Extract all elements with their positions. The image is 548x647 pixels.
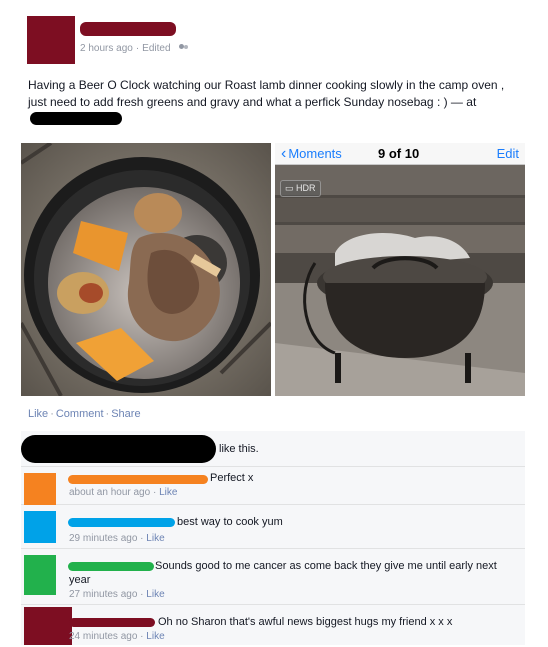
separator: · [50,408,54,420]
roast-lamb-illustration [21,143,271,396]
comment-text: Sounds good to me cancer as come back th… [69,560,497,586]
comment-time[interactable]: 24 minutes ago [69,631,137,642]
ios-photo-toolbar: ‹ Moments 9 of 10 Edit [275,143,525,165]
comment-link[interactable]: Comment [56,408,104,420]
post-actions: Like · Comment · Share [28,408,141,420]
comment-meta: about an hour ago · Like [69,487,178,498]
likers-redacted[interactable] [21,435,216,463]
comment-time[interactable]: 29 minutes ago [69,533,137,544]
hdr-label: HDR [296,183,316,193]
comment-like-link[interactable]: Like [146,589,164,600]
commenter-avatar[interactable] [24,607,72,645]
separator: · [105,408,110,420]
commenter-name-redacted[interactable] [68,475,208,484]
chevron-left-icon: ‹ [281,144,287,162]
commenter-name-redacted[interactable] [68,518,175,527]
comment-item: Sounds good to me cancer as come back th… [21,549,525,605]
photo-camp-oven[interactable]: ‹ Moments 9 of 10 Edit ▭ HDR [275,143,525,396]
photo-attachments: ‹ Moments 9 of 10 Edit ▭ HDR [21,143,525,396]
like-link[interactable]: Like [28,408,48,420]
comment-time[interactable]: about an hour ago [69,487,150,498]
comments-section: like this. Perfect x about an hour ago ·… [21,431,525,645]
commenter-avatar[interactable] [24,511,56,543]
author-avatar[interactable] [27,16,75,64]
status-body: Having a Beer O Clock watching our Roast… [28,78,505,109]
comment-like-link[interactable]: Like [146,533,164,544]
comment-meta: 27 minutes ago · Like [69,589,165,600]
commenter-name-redacted[interactable] [69,618,155,627]
post-timestamp[interactable]: 2 hours ago [80,43,133,54]
comment-text: best way to cook yum [177,516,283,528]
commenter-avatar[interactable] [24,473,56,505]
comment-like-link[interactable]: Like [146,631,164,642]
photo-roast-lamb-pot[interactable] [21,143,271,396]
facebook-post: 2 hours ago · Edited Having a Beer O Clo… [0,0,548,647]
comment-meta: 29 minutes ago · Like [69,533,165,544]
comment-time[interactable]: 27 minutes ago [69,589,137,600]
camera-icon: ▭ [285,183,294,193]
likes-row: like this. [21,431,525,467]
comment-text: Perfect x [210,472,254,484]
back-to-moments-button[interactable]: ‹ Moments [281,144,342,162]
author-name-redacted[interactable] [80,22,176,36]
edit-button[interactable]: Edit [497,146,519,161]
post-meta: 2 hours ago · Edited [80,43,190,54]
likes-text: like this. [219,443,259,455]
photo-counter: 9 of 10 [378,146,420,161]
friends-icon[interactable] [178,44,190,53]
comment-like-link[interactable]: Like [159,487,177,498]
comment-item: Oh no Sharon that's awful news biggest h… [21,605,525,645]
commenter-avatar[interactable] [24,555,56,595]
comment-meta: 24 minutes ago · Like [69,631,165,642]
status-text: Having a Beer O Clock watching our Roast… [28,77,518,128]
comment-text: Oh no Sharon that's awful news biggest h… [158,616,453,628]
share-link[interactable]: Share [111,408,140,420]
comment-item: best way to cook yum 29 minutes ago · Li… [21,505,525,549]
comment-item: Perfect x about an hour ago · Like [21,467,525,505]
back-label: Moments [288,146,342,161]
meta-separator: · [135,43,140,54]
hdr-badge: ▭ HDR [280,180,321,197]
edited-label[interactable]: Edited [142,43,170,54]
location-redacted[interactable] [30,112,122,125]
